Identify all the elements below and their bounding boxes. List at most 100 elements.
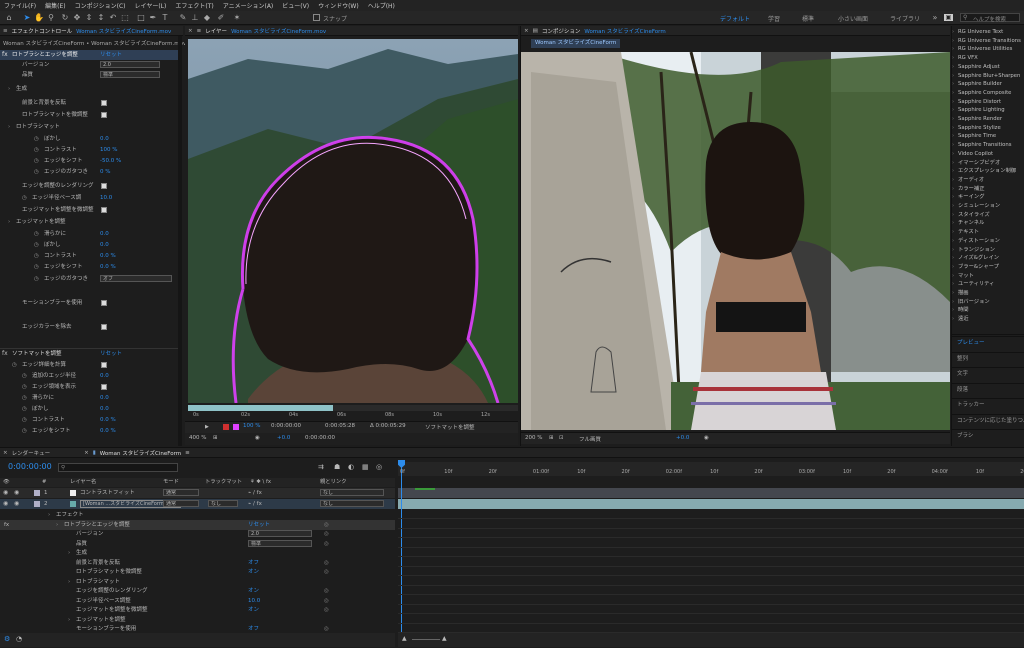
timeline-property-row[interactable]: › 生成 [0, 548, 395, 558]
stopwatch-icon[interactable]: ◷ [22, 193, 27, 203]
effect-category-item[interactable]: › Sapphire Lighting [952, 106, 1005, 115]
work-area-bar[interactable] [188, 405, 333, 411]
param-value[interactable]: 0.0 [100, 371, 109, 381]
param-value[interactable]: 0.0 % [100, 426, 116, 436]
layer-row-2[interactable]: ◉ ◉ 2 [Woman ...スタビライズCineForm.mov] 通常 な… [0, 499, 395, 509]
effect-category-item[interactable]: › キーイング [952, 193, 985, 202]
visibility-eye-icon[interactable]: ◉ [3, 500, 8, 507]
timeline-property-row[interactable]: › エッジマットを調整 [0, 615, 395, 625]
menu-view[interactable]: ビュー(V) [282, 1, 309, 10]
effect-category-item[interactable]: › Sapphire Adjust [952, 63, 1000, 72]
panel-section-header[interactable]: 文字 [951, 367, 1024, 379]
effect-param-row[interactable]: ◷ 滑らかに 0.0 [0, 229, 178, 239]
camera-icon[interactable]: ◉ [704, 435, 709, 441]
expand-arrow-icon[interactable]: › [952, 315, 954, 324]
expand-arrow-icon[interactable]: › [952, 263, 954, 272]
workspace-libraries[interactable]: ライブラリ [890, 14, 920, 23]
layer-row-1[interactable]: ◉ ◉ 1 コントラストフィット 通常 ⌁ / fx なし [0, 488, 395, 498]
effect-category-item[interactable]: › RG Universe Transitions [952, 37, 1021, 46]
workspace-standard[interactable]: 標準 [802, 14, 814, 23]
effect-param-row[interactable]: 前景と背景を反転 [0, 98, 178, 108]
effect-category-item[interactable]: › ノイズ&グレイン [952, 254, 999, 263]
property-value[interactable]: オン [248, 567, 259, 577]
color-swatch-magenta[interactable] [233, 424, 239, 430]
snap-checkbox[interactable] [313, 14, 320, 21]
menu-layer[interactable]: レイヤー(L) [135, 1, 167, 10]
expression-link-icon[interactable]: ◎ [324, 520, 329, 530]
workspace-small-screen[interactable]: 小さい画面 [838, 14, 868, 23]
timeline-property-row[interactable]: エッジを調整のレンダリング オン ◎ [0, 586, 395, 596]
panel-section-header[interactable]: 整列 [951, 351, 1024, 364]
panel-section-header[interactable]: プレビュー [951, 336, 1024, 348]
type-tool-icon[interactable]: T [160, 13, 170, 23]
pen-tool-icon[interactable]: ✒ [148, 13, 158, 23]
layer-name[interactable]: コントラストフィット [80, 488, 135, 498]
layer-footage-image[interactable] [188, 39, 518, 403]
fx-icon[interactable]: fx [4, 520, 9, 530]
property-value[interactable]: オフ [248, 624, 259, 634]
expand-arrow-icon[interactable]: › [952, 106, 954, 115]
visibility-eye-icon[interactable]: ◉ [3, 489, 8, 496]
layer-bar-1[interactable] [398, 488, 1024, 498]
stopwatch-icon[interactable]: ◷ [22, 404, 27, 414]
effect-category-item[interactable]: › Sapphire Builder [952, 80, 1002, 89]
expand-arrow-icon[interactable]: › [8, 217, 10, 227]
blend-mode-select[interactable]: 通常 [163, 500, 199, 507]
expand-arrow-icon[interactable]: › [952, 246, 954, 255]
opacity-value[interactable]: 100 % [243, 423, 260, 429]
effect-param-row[interactable]: ◷ ぼかし 0.0 [0, 404, 178, 414]
param-value[interactable]: 0.0 [100, 134, 109, 144]
effect-param-row[interactable]: › 生成 [0, 84, 178, 94]
param-checkbox[interactable] [101, 183, 107, 189]
effect-category-item[interactable]: › 旧バージョン [952, 298, 990, 307]
param-value[interactable]: 0.0 [100, 393, 109, 403]
expand-arrow-icon[interactable]: › [952, 124, 954, 133]
effect-param-row[interactable]: ◷ エッジをシフト 0.0 % [0, 426, 178, 436]
effect-param-row[interactable]: エッジを調整のレンダリング [0, 181, 178, 191]
rotate-tool-icon[interactable]: ↻ [60, 13, 70, 23]
expand-arrow-icon[interactable]: › [952, 159, 954, 168]
layer-tab[interactable]: レイヤー [205, 27, 227, 35]
help-search-input[interactable]: ⚲ ヘルプを検索 [960, 13, 1020, 23]
fx-header-rotobrush[interactable]: fx ロトブラシとエッジを調整 リセット [0, 50, 178, 60]
expand-arrow-icon[interactable]: › [48, 510, 50, 520]
effect-param-row[interactable]: ◷ ぼかし 0.0 [0, 134, 178, 144]
expand-arrow-icon[interactable]: › [952, 176, 954, 185]
param-checkbox[interactable] [101, 207, 107, 213]
stopwatch-icon[interactable]: ◷ [22, 371, 27, 381]
effect-param-row[interactable]: ◷ エッジをシフト -50.0 % [0, 156, 178, 166]
expression-link-icon[interactable]: ◎ [324, 567, 329, 577]
expand-arrow-icon[interactable]: › [952, 202, 954, 211]
layer-switches[interactable]: ⌁ / fx [248, 499, 262, 509]
param-value[interactable]: 100 % [100, 145, 117, 155]
param-select[interactable]: 標準 [100, 71, 160, 78]
hand-tool-icon[interactable]: ✋ [34, 13, 44, 23]
expand-arrow-icon[interactable]: › [952, 37, 954, 46]
frame-blending-icon[interactable]: ▦ [362, 463, 369, 471]
expand-arrow-icon[interactable]: › [952, 89, 954, 98]
timeline-property-row[interactable]: バージョン 2.0 ◎ [0, 529, 395, 539]
expression-link-icon[interactable]: ◎ [324, 596, 329, 606]
layer-switches[interactable]: ⌁ / fx [248, 488, 262, 498]
timeline-search-input[interactable]: ⚲ [58, 463, 178, 472]
comp-exposure-value[interactable]: +0.0 [676, 435, 689, 441]
effect-param-row[interactable]: ◷ コントラスト 100 % [0, 145, 178, 155]
property-value[interactable]: オン [248, 605, 259, 615]
zoom-in-icon[interactable]: ▲ [442, 635, 447, 642]
effect-category-item[interactable]: › エクスプレッション制御 [952, 167, 1016, 176]
brush-tool-icon[interactable]: ✎ [178, 13, 188, 23]
timeline-comp-tab[interactable]: Woman スタビライズCineForm [100, 449, 181, 457]
menu-effect[interactable]: エフェクト(T) [175, 1, 213, 10]
effect-param-row[interactable]: ロトブラシマットを微調整 [0, 110, 178, 120]
param-value[interactable]: 10.0 [100, 193, 112, 203]
fx-header-softmatte[interactable]: fx ソフトマットを調整 リセット [0, 348, 178, 358]
param-select[interactable]: オフ [100, 275, 172, 282]
menu-help[interactable]: ヘルプ(H) [368, 1, 395, 10]
expand-arrow-icon[interactable]: › [68, 548, 70, 558]
expand-arrow-icon[interactable]: › [8, 84, 10, 94]
property-value[interactable]: 10.0 [248, 596, 260, 606]
render-time-icon[interactable]: ◔ [16, 635, 22, 643]
effect-param-row[interactable]: ◷ エッジをシフト 0.0 % [0, 262, 178, 272]
timeline-property-row[interactable]: ロトブラシマットを微調整 オン ◎ [0, 567, 395, 577]
effect-category-item[interactable]: › テキスト [952, 228, 979, 237]
